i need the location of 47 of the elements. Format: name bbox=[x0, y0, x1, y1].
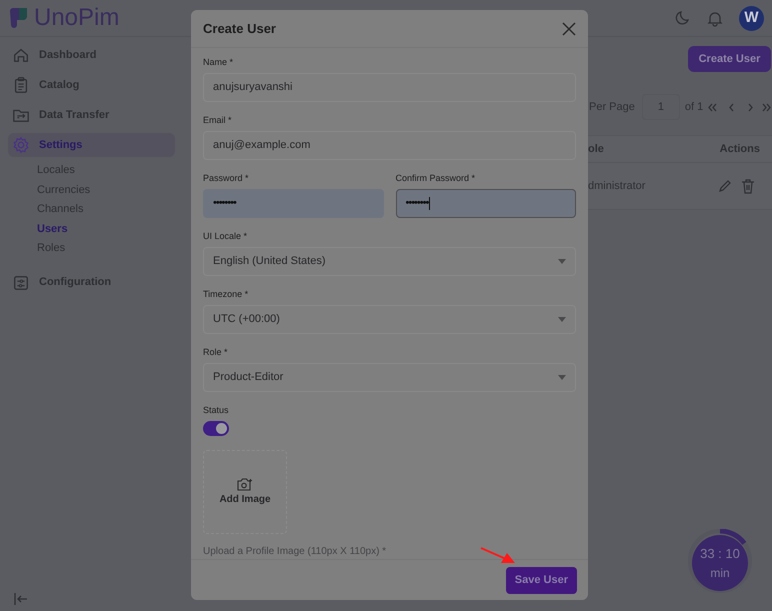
password-field[interactable]: •••••••• bbox=[203, 189, 384, 218]
field-label: Role * bbox=[203, 346, 229, 358]
field-label: Password * bbox=[203, 172, 250, 184]
settings-icon bbox=[12, 136, 30, 154]
field-label: Timezone * bbox=[203, 288, 250, 300]
select-field[interactable]: UTC (+00:00) bbox=[203, 305, 576, 334]
add-image-button[interactable]: Add Image bbox=[203, 450, 287, 534]
field-label: Confirm Password * bbox=[396, 172, 476, 184]
sliders-icon bbox=[12, 274, 30, 292]
logo-icon bbox=[8, 7, 30, 29]
upload-hint: Upload a Profile Image (110px X 110px) * bbox=[203, 545, 386, 559]
trash-icon[interactable] bbox=[741, 178, 755, 194]
modal-title: Create User bbox=[203, 20, 276, 38]
password-field[interactable]: •••••••• bbox=[396, 189, 576, 218]
home-icon bbox=[12, 46, 30, 64]
previous-page-icon[interactable] bbox=[727, 102, 736, 112]
timer-unit: min bbox=[710, 564, 730, 580]
camera-icon bbox=[237, 478, 253, 490]
bell-icon[interactable] bbox=[707, 10, 723, 26]
field-label: UI Locale * bbox=[203, 230, 248, 242]
status-label: Status bbox=[203, 404, 230, 416]
next-page-icon[interactable] bbox=[746, 102, 756, 112]
submenu-item[interactable]: Users bbox=[37, 220, 68, 239]
last-page-icon[interactable] bbox=[762, 102, 772, 112]
timer-time: 33 : 10 bbox=[700, 546, 740, 562]
field-label: Email * bbox=[203, 114, 233, 126]
field-label: Name * bbox=[203, 56, 234, 68]
first-page-icon[interactable] bbox=[708, 102, 718, 112]
pencil-icon[interactable] bbox=[718, 178, 732, 192]
dropdown-caret-icon bbox=[558, 375, 566, 380]
save-user-button[interactable]: Save User bbox=[506, 567, 577, 594]
moon-icon[interactable] bbox=[675, 10, 691, 26]
create-user-button[interactable]: Create User bbox=[688, 46, 771, 72]
dropdown-caret-icon bbox=[558, 317, 566, 322]
input-field[interactable]: anuj@example.com bbox=[203, 131, 576, 160]
sidebar-item[interactable]: Settings bbox=[8, 133, 175, 157]
select-field[interactable]: Product-Editor bbox=[203, 363, 576, 392]
collapse-icon[interactable] bbox=[14, 593, 28, 605]
status-toggle[interactable] bbox=[203, 421, 229, 436]
annotation-arrow bbox=[480, 547, 515, 563]
dropdown-caret-icon bbox=[558, 259, 566, 264]
timer-ring-drawing bbox=[688, 529, 752, 593]
input-field[interactable]: anujsuryavanshi bbox=[203, 73, 576, 102]
close-icon[interactable] bbox=[562, 22, 576, 36]
select-field[interactable]: English (United States) bbox=[203, 247, 576, 276]
avatar[interactable]: W bbox=[739, 6, 764, 30]
clipboard-icon bbox=[12, 76, 30, 94]
